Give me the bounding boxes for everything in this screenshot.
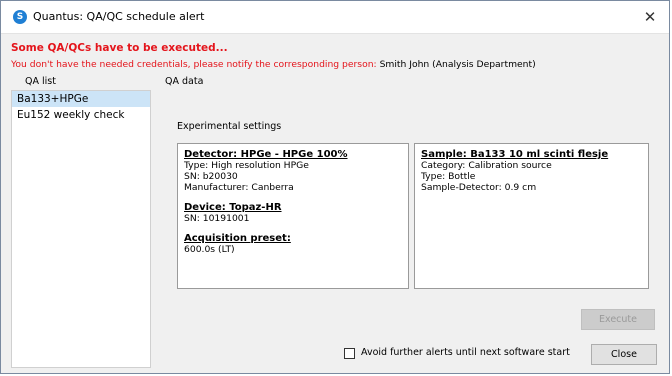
acquisition-preset-value: 600.0s (LT) bbox=[184, 244, 235, 255]
acquisition-heading: Acquisition preset: bbox=[184, 233, 291, 244]
close-icon[interactable]: ✕ bbox=[639, 6, 661, 28]
sample-category: Category: Calibration source bbox=[421, 160, 552, 171]
detector-type: Type: High resolution HPGe bbox=[184, 160, 309, 171]
execute-button[interactable]: Execute bbox=[581, 309, 655, 330]
detector-sn: SN: b20030 bbox=[184, 171, 238, 182]
device-heading: Device: Topaz-HR bbox=[184, 202, 282, 213]
alert-message: You don't have the needed credentials, p… bbox=[11, 59, 536, 70]
alert-headline: Some QA/QCs have to be executed... bbox=[11, 42, 228, 54]
sample-detector-distance: Sample-Detector: 0.9 cm bbox=[421, 182, 537, 193]
alert-dialog: S Quantus: QA/QC schedule alert ✕ Some Q… bbox=[0, 0, 670, 374]
avoid-alerts-checkbox[interactable] bbox=[344, 348, 355, 359]
detector-device-panel: Detector: HPGe - HPGe 100% Type: High re… bbox=[177, 143, 409, 289]
window-title: Quantus: QA/QC schedule alert bbox=[33, 10, 205, 23]
qa-list[interactable]: Ba133+HPGe Eu152 weekly check bbox=[11, 90, 151, 368]
alert-message-text: You don't have the needed credentials, p… bbox=[11, 59, 377, 70]
sample-panel: Sample: Ba133 10 ml scinti flesje Catego… bbox=[414, 143, 649, 289]
title-bar: S Quantus: QA/QC schedule alert ✕ bbox=[1, 1, 669, 34]
avoid-alerts-label[interactable]: Avoid further alerts until next software… bbox=[361, 347, 570, 358]
detector-heading: Detector: HPGe - HPGe 100% bbox=[184, 149, 348, 160]
close-button[interactable]: Close bbox=[591, 344, 657, 365]
sample-heading: Sample: Ba133 10 ml scinti flesje bbox=[421, 149, 609, 160]
quantus-app-icon: S bbox=[13, 10, 27, 24]
contact-person: Smith John (Analysis Department) bbox=[379, 59, 536, 70]
experimental-settings-label: Experimental settings bbox=[177, 121, 282, 132]
qa-list-item-ba133-hpge[interactable]: Ba133+HPGe bbox=[12, 91, 150, 107]
qa-data-label: QA data bbox=[165, 76, 204, 87]
detector-manufacturer: Manufacturer: Canberra bbox=[184, 182, 294, 193]
qa-list-label: QA list bbox=[25, 76, 56, 87]
device-sn: SN: 10191001 bbox=[184, 213, 250, 224]
qa-list-item-eu152-weekly-check[interactable]: Eu152 weekly check bbox=[12, 107, 150, 123]
sample-type: Type: Bottle bbox=[421, 171, 476, 182]
